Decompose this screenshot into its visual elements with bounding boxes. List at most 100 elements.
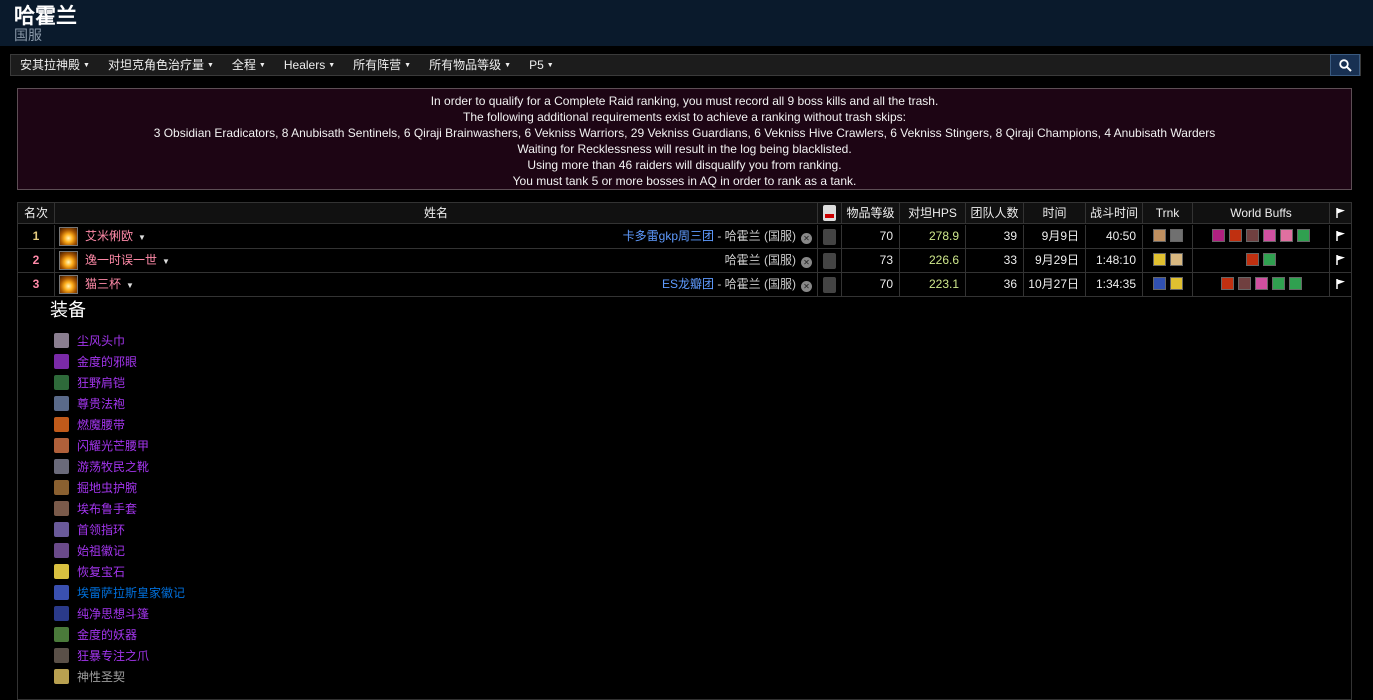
rank-cell: 2: [18, 249, 55, 272]
world-buff-icon[interactable]: [1212, 229, 1225, 242]
flag-icon[interactable]: [1335, 231, 1346, 241]
trinket-icon[interactable]: [1152, 229, 1166, 242]
col-header-buffs[interactable]: World Buffs: [1193, 203, 1330, 223]
flag-icon[interactable]: [1335, 279, 1346, 289]
rankings-table: 名次 姓名 物品等级 对坦HPS 团队人数 时间 战斗时间 Trnk World…: [17, 202, 1352, 700]
guild-link[interactable]: ES龙瓣团: [662, 277, 714, 291]
nav-role-dropdown[interactable]: Healers ▼: [275, 54, 344, 76]
col-header-trnk[interactable]: Trnk: [1143, 203, 1193, 223]
trinket-icon[interactable]: [1152, 277, 1166, 290]
world-buff-icon[interactable]: [1280, 229, 1293, 242]
player-name-link[interactable]: 艾米俐欧 ▼: [85, 225, 146, 248]
world-buff-icon[interactable]: [1229, 229, 1242, 242]
nav-phase-dropdown[interactable]: P5 ▼: [520, 54, 563, 76]
flag-icon[interactable]: [1335, 255, 1346, 265]
date-cell: 10月27日: [1024, 273, 1086, 296]
world-buff-icon[interactable]: [1237, 277, 1251, 290]
trinket-icon[interactable]: [1152, 253, 1166, 266]
nav-metric-dropdown[interactable]: 对坦克角色治疗量 ▼: [99, 54, 223, 76]
table-row[interactable]: 1 艾米俐欧 ▼ 卡多雷gkp周三团 - 哈霍兰 (国服) ✕ 70 278.9 3…: [18, 225, 1351, 249]
guild-server-info: 哈霍兰 (国服) ✕: [725, 249, 812, 272]
gear-item-icon: [54, 480, 69, 495]
player-name: 艾米俐欧: [85, 229, 134, 243]
world-buff-icon[interactable]: [1220, 277, 1234, 290]
notice-line: Using more than 46 raiders will disquali…: [527, 158, 842, 172]
world-buff-icon[interactable]: [1263, 229, 1276, 242]
world-buffs-cell: [1193, 249, 1330, 272]
world-buff-icon[interactable]: [1263, 253, 1276, 266]
col-header-hps[interactable]: 对坦HPS: [900, 203, 966, 223]
player-name-link[interactable]: 逸一时误一世 ▼: [85, 249, 170, 272]
table-row[interactable]: 3 猫三杯 ▼ ES龙瓣团 - 哈霍兰 (国服) ✕ 70 223.1 36 10月…: [18, 273, 1351, 297]
col-header-video: [818, 203, 842, 223]
caret-down-icon: ▼: [83, 62, 90, 69]
caret-down-icon[interactable]: ▼: [162, 257, 170, 266]
youtube-icon[interactable]: [823, 229, 836, 245]
video-cell: [818, 249, 842, 272]
nav-label: 所有阵营: [353, 58, 402, 72]
world-buff-icon[interactable]: [1288, 277, 1302, 290]
col-header-ilvl[interactable]: 物品等级: [842, 203, 900, 223]
col-header-rank[interactable]: 名次: [18, 203, 55, 223]
trinket-icon[interactable]: [1169, 229, 1183, 242]
video-cell: [818, 273, 842, 296]
youtube-icon[interactable]: [823, 277, 836, 293]
rank-cell: 3: [18, 273, 55, 296]
report-cell: [1330, 273, 1351, 296]
nav-faction-dropdown[interactable]: 所有阵营 ▼: [344, 54, 420, 76]
gear-item-icon: [54, 648, 69, 663]
trinket-icon[interactable]: [1169, 277, 1183, 290]
col-header-raiders[interactable]: 团队人数: [966, 203, 1024, 223]
col-header-duration[interactable]: 战斗时间: [1086, 203, 1143, 223]
world-buff-icon[interactable]: [1246, 229, 1259, 242]
gear-item-name: 闪耀光芒腰甲: [77, 439, 150, 453]
gear-item-name: 燃魔腰带: [77, 418, 126, 432]
close-circle-icon[interactable]: ✕: [801, 233, 812, 244]
caret-down-icon: ▼: [504, 62, 512, 69]
col-header-report: [1330, 203, 1351, 223]
gear-item-name: 掘地虫护腕: [77, 481, 138, 495]
search-button[interactable]: [1330, 54, 1360, 76]
guild-server-info: ES龙瓣团 - 哈霍兰 (国服) ✕: [662, 273, 812, 296]
close-circle-icon[interactable]: ✕: [801, 257, 812, 268]
close-circle-icon[interactable]: ✕: [801, 281, 812, 292]
nav-label: P5: [529, 58, 544, 72]
report-cell: [1330, 225, 1351, 248]
caret-down-icon[interactable]: ▼: [126, 281, 134, 290]
nav-label: 全程: [231, 58, 256, 72]
guild-link[interactable]: 卡多雷gkp周三团: [623, 229, 714, 243]
player-name: 猫三杯: [85, 277, 122, 291]
world-buff-icon[interactable]: [1254, 277, 1268, 290]
gear-item-icon: [54, 417, 69, 432]
trinket-icon[interactable]: [1169, 253, 1183, 266]
gear-item-icon: [54, 501, 69, 516]
player-name-link[interactable]: 猫三杯 ▼: [85, 273, 134, 296]
col-header-date[interactable]: 时间: [1024, 203, 1086, 223]
trinkets-cell: [1143, 249, 1193, 272]
nav-itemlevel-dropdown[interactable]: 所有物品等级 ▼: [420, 54, 520, 76]
caret-down-icon[interactable]: ▼: [138, 233, 146, 242]
notice-line: 3 Obsidian Eradicators, 8 Anubisath Sent…: [153, 126, 1216, 140]
youtube-icon: [823, 205, 836, 221]
gear-item-icon: [54, 375, 69, 390]
world-buff-icon[interactable]: [1246, 253, 1259, 266]
gear-item-icon: [54, 585, 69, 600]
world-buff-icon[interactable]: [1297, 229, 1310, 242]
name-cell: 艾米俐欧 ▼ 卡多雷gkp周三团 - 哈霍兰 (国服) ✕: [55, 225, 818, 248]
youtube-icon[interactable]: [823, 253, 836, 269]
region-subtitle: 国服: [14, 27, 42, 43]
video-cell: [818, 225, 842, 248]
flag-icon: [1335, 208, 1345, 218]
nav-label: Healers: [283, 58, 326, 72]
caret-down-icon: ▼: [258, 62, 266, 69]
table-row[interactable]: 2 逸一时误一世 ▼ 哈霍兰 (国服) ✕ 73 226.6 33 9月29日 1:…: [18, 249, 1351, 273]
table-header-row: 名次 姓名 物品等级 对坦HPS 团队人数 时间 战斗时间 Trnk World…: [18, 203, 1351, 224]
nav-zone-dropdown[interactable]: 安其拉神殿 ▼: [11, 54, 99, 76]
nav-label: 对坦克角色治疗量: [107, 58, 204, 72]
gear-item-icon: [54, 627, 69, 642]
world-buff-icon[interactable]: [1271, 277, 1285, 290]
nav-encounter-dropdown[interactable]: 全程 ▼: [223, 54, 275, 76]
col-header-name[interactable]: 姓名: [55, 203, 818, 223]
gear-item-name: 始祖徽记: [77, 544, 126, 558]
date-cell: 9月9日: [1024, 225, 1086, 248]
